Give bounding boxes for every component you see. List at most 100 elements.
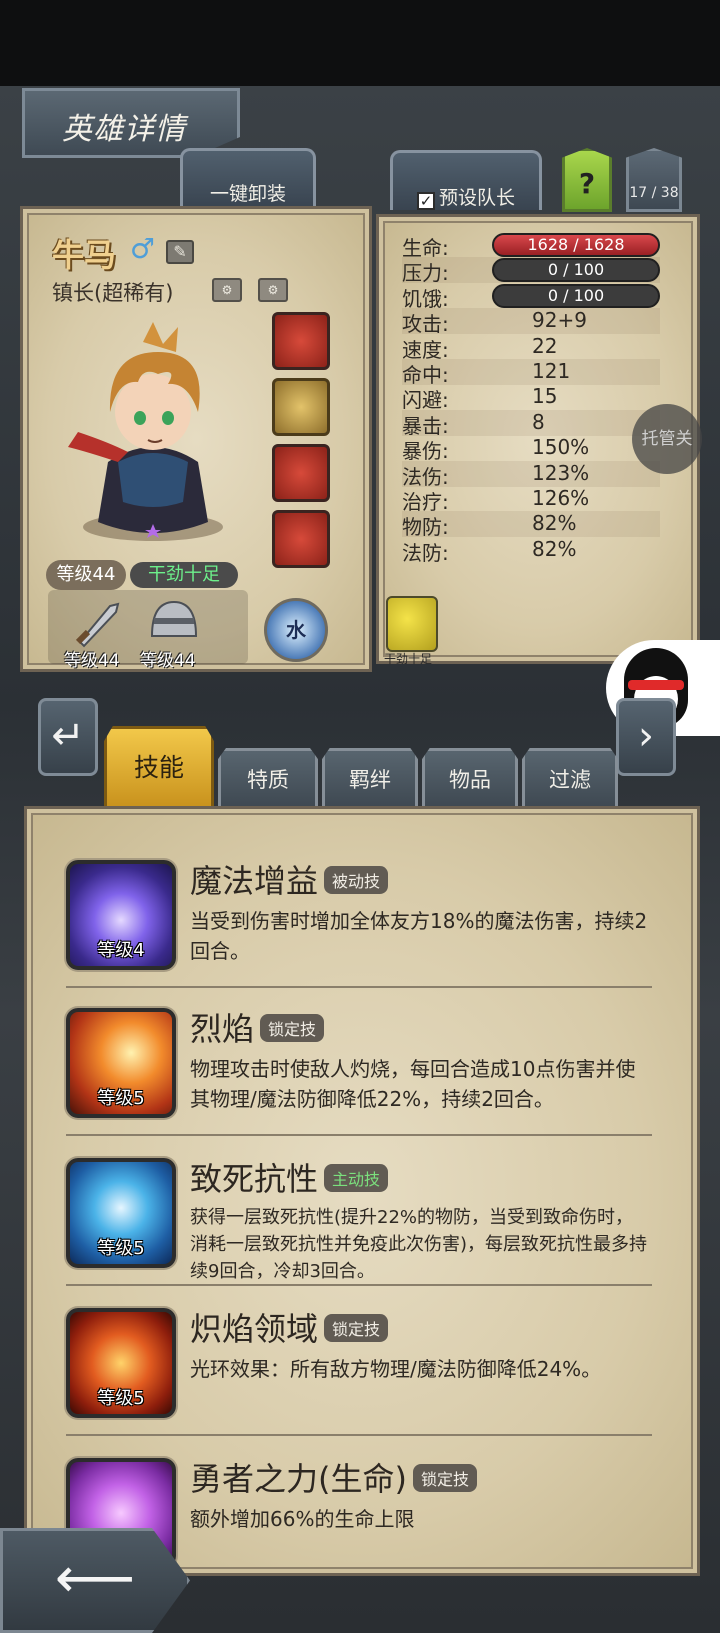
stat-row: 物防: 82% (402, 511, 660, 539)
skill-name-row: 致死抗性 主动技 (190, 1154, 389, 1200)
element-badge[interactable]: 水 (264, 598, 328, 662)
stat-value: 82% (532, 536, 577, 561)
hero-portrait (68, 322, 223, 541)
stat-value: 15 (532, 384, 558, 409)
weapon-level: 等级44 (64, 651, 120, 671)
skill-name: 炽焰领域 (190, 1310, 319, 1348)
skill-level: 等级5 (97, 1238, 145, 1259)
stat-row: 法防: 82% (402, 536, 660, 565)
male-gender-icon: ♂ (130, 232, 156, 265)
skill-level: 等级4 (97, 940, 145, 961)
skill-name: 勇者之力(生命) (190, 1460, 407, 1498)
skill-item[interactable]: 等级4 魔法增益 被动技 当受到伤害时增加全体友方18%的魔法伤害，持续2回合。 (62, 856, 662, 998)
skill-description: 物理攻击时使敌人灼烧，每回合造成10点伤害并使其物理/魔法防御降低22%，持续2… (190, 1057, 636, 1111)
stat-value: 150% (532, 435, 590, 460)
tab-bonds[interactable]: 羁绊 (322, 748, 418, 810)
skill-description: 光环效果：所有敌方物理/魔法防御降低24%。 (190, 1357, 602, 1381)
stat-row: 命中: 121 (402, 359, 660, 387)
sword-icon[interactable] (70, 598, 126, 648)
skill-name-row: 烈焰 锁定技 (190, 1004, 325, 1050)
hero-level-badge: 等级44 (46, 560, 126, 590)
prev-hero-button[interactable]: ↵ (38, 698, 98, 776)
hero-mood-badge: 干劲十足 (130, 562, 238, 588)
skill-type-badge: 被动技 (324, 866, 389, 894)
stat-row: 法伤: 123% (402, 460, 660, 489)
qq-penguin-scarf (628, 680, 684, 690)
skill-item[interactable]: 等级5 烈焰 锁定技 物理攻击时使敌人灼烧，每回合造成10点伤害并使其物理/魔法防… (62, 1004, 662, 1146)
skill-name: 致死抗性 (190, 1160, 319, 1198)
stat-row: 治疗: 126% (402, 486, 660, 514)
equip-slot-cloak[interactable] (272, 510, 330, 568)
stat-label: 法防: (402, 540, 449, 565)
race-tag-icon[interactable]: ⚙ (258, 278, 288, 302)
back-arrow-button[interactable]: ⟵ (0, 1528, 190, 1633)
stat-row: 饥饿: 0 / 100 (402, 283, 660, 311)
preset-captain-label: 预设队长 (438, 187, 515, 209)
hero-title: 镇长(超稀有) (52, 281, 174, 305)
next-hero-button[interactable]: › (616, 698, 676, 776)
flame-skill-icon: 等级5 (66, 1008, 176, 1118)
skill-level: 等级5 (97, 1088, 145, 1109)
armor-level: 等级44 (140, 651, 196, 671)
skill-type-badge: 锁定技 (412, 1464, 477, 1492)
unequip-all-button[interactable]: 一键卸装 (180, 148, 316, 208)
stat-row: 压力: 0 / 100 (402, 257, 660, 285)
skill-name-row: 魔法增益 被动技 (190, 856, 389, 902)
skill-item[interactable]: 等级5 炽焰领域 锁定技 光环效果：所有敌方物理/魔法防御降低24%。 (62, 1304, 662, 1446)
stat-value: 82% (532, 511, 577, 536)
help-button[interactable]: ? (562, 148, 612, 212)
edit-name-icon[interactable]: ✎ (166, 240, 194, 264)
stat-row: 暴伤: 150% (402, 435, 660, 463)
tab-skills[interactable]: 技能 (104, 726, 214, 810)
skill-description: 获得一层致死抗性(提升22%的物防，当受到致命伤时，消耗一层致死抗性并免疫此次伤… (190, 1207, 648, 1282)
preset-checkbox[interactable]: ✓ (416, 192, 435, 210)
skill-divider (66, 1284, 652, 1286)
stat-value: 126% (532, 486, 590, 510)
stat-row: 暴击: 8 (402, 409, 660, 438)
stat-value: 121 (532, 359, 571, 383)
skill-level: 等级5 (97, 1388, 145, 1409)
stat-bar: 1628 / 1628 (492, 233, 660, 257)
page-counter[interactable]: 17 / 38 (626, 148, 682, 212)
skill-divider (66, 986, 652, 988)
tab-items[interactable]: 物品 (422, 748, 518, 810)
trait-smiley-icon[interactable] (386, 596, 438, 652)
skill-item[interactable]: 等级5 致死抗性 主动技 获得一层致死抗性(提升22%的物防，当受到致命伤时，消耗… (62, 1154, 662, 1296)
equip-slot-shield[interactable] (272, 378, 330, 436)
helmet-icon[interactable] (146, 596, 202, 648)
top-black-bar (0, 0, 720, 86)
trait-label: 干劲十足 (384, 652, 433, 666)
auto-battle-toggle[interactable]: 托管关 (632, 404, 702, 474)
skill-type-badge: 主动技 (324, 1164, 389, 1192)
stat-row: 攻击: 92+9 (402, 308, 660, 336)
skill-name: 魔法增益 (190, 862, 319, 900)
skill-name-row: 勇者之力(生命) 锁定技 (190, 1454, 477, 1500)
stat-value: 22 (532, 333, 558, 358)
death-resistance-skill-icon: 等级5 (66, 1158, 176, 1268)
preset-captain-button[interactable]: ✓ 预设队长 (390, 150, 542, 210)
stat-row: 闪避: 15 (402, 384, 660, 412)
stat-bar: 0 / 100 (492, 283, 660, 308)
page-title: 英雄详情 (62, 112, 186, 147)
stat-value: 123% (532, 460, 590, 485)
magic-boost-skill-icon: 等级4 (66, 860, 176, 970)
skill-divider (66, 1434, 652, 1436)
skill-description: 额外增加66%的生命上限 (190, 1507, 415, 1531)
role-tag-icon[interactable]: ⚙ (212, 278, 242, 302)
stat-row: 速度: 22 (402, 333, 660, 362)
stat-value: 8 (532, 409, 545, 434)
skill-type-badge: 锁定技 (324, 1314, 389, 1342)
skill-type-badge: 锁定技 (260, 1014, 325, 1042)
skill-divider (66, 1134, 652, 1136)
stat-row: 生命: 1628 / 1628 (402, 232, 660, 260)
skill-name: 烈焰 (190, 1010, 255, 1048)
blazing-field-skill-icon: 等级5 (66, 1308, 176, 1418)
tab-filter[interactable]: 过滤 (522, 748, 618, 810)
skill-name-row: 炽焰领域 锁定技 (190, 1304, 389, 1350)
tab-traits[interactable]: 特质 (218, 748, 318, 810)
hero-name: 牛马 (52, 236, 117, 274)
stat-bar: 0 / 100 (492, 258, 660, 283)
skill-description: 当受到伤害时增加全体友方18%的魔法伤害，持续2回合。 (190, 909, 648, 963)
equip-slot-ring[interactable] (272, 444, 330, 502)
equip-slot-accessory[interactable] (272, 312, 330, 370)
